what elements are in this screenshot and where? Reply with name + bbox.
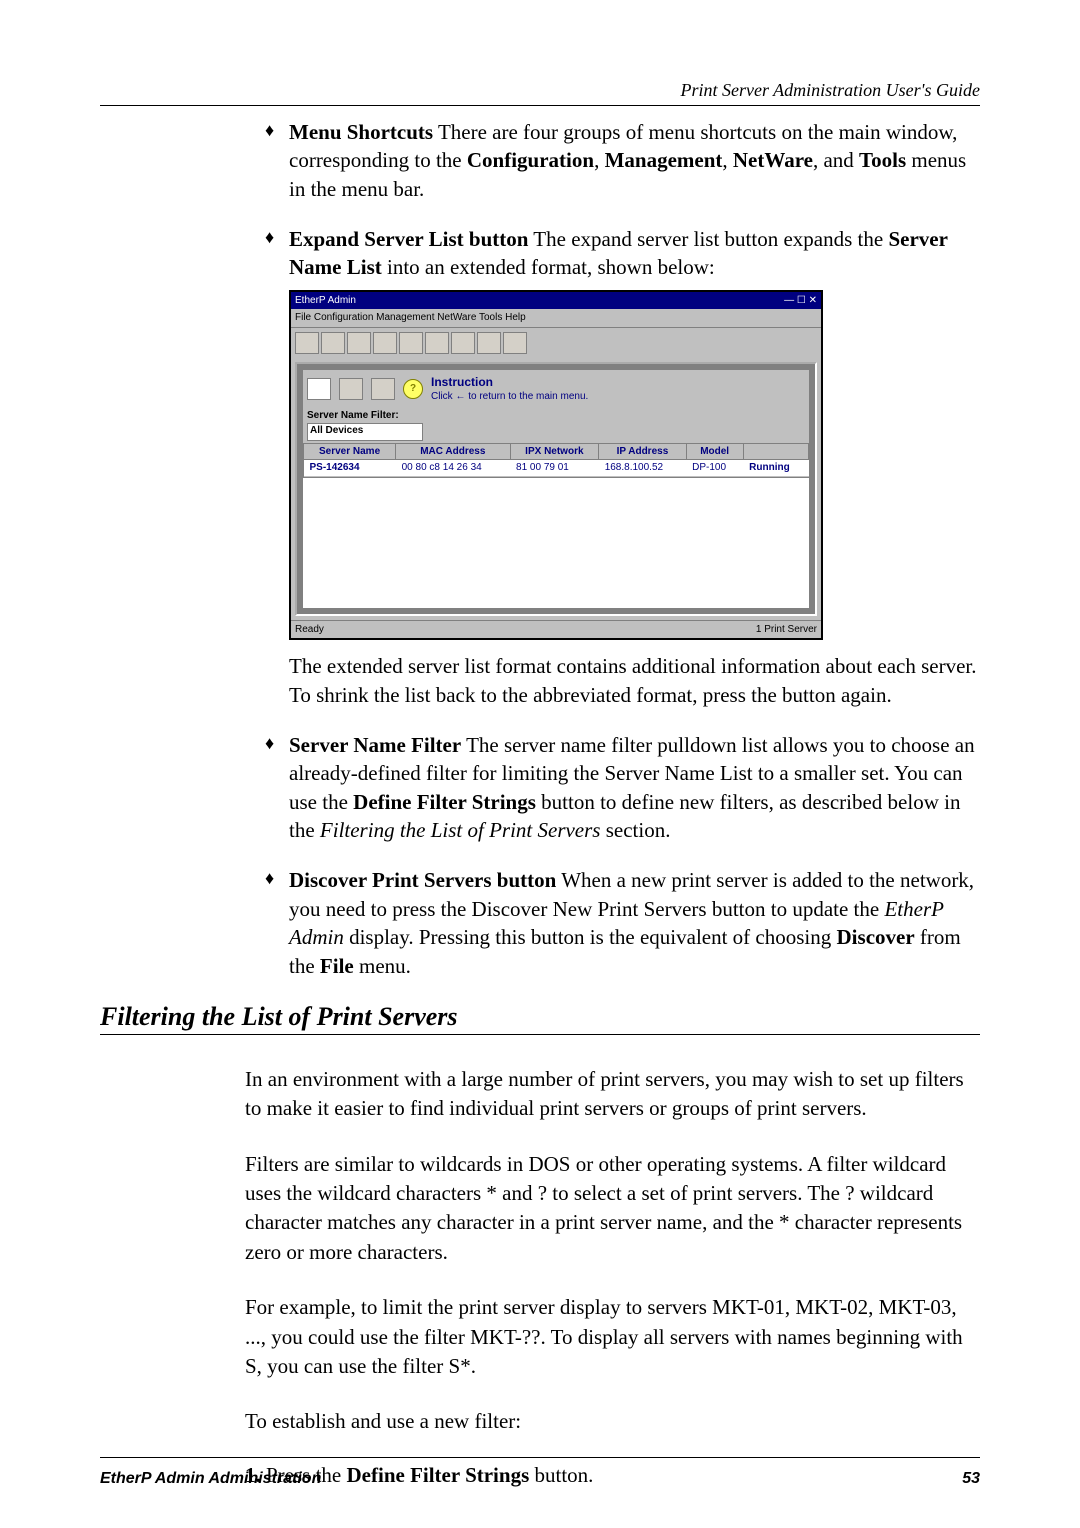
server-table: Server Name MAC Address IPX Network IP A…: [303, 443, 809, 477]
bullet-server-name-filter: Server Name Filter The server name filte…: [265, 731, 980, 844]
term: Server Name Filter: [289, 733, 461, 757]
statusbar: Ready 1 Print Server: [291, 620, 821, 639]
cell: 00 80 c8 14 26 34: [396, 460, 510, 477]
table-body-empty: [303, 477, 809, 608]
col-status: [743, 443, 808, 460]
bullet-menu-shortcuts: Menu Shortcuts There are four groups of …: [265, 118, 980, 203]
ss-title-text: EtherP Admin: [295, 294, 356, 308]
instruction-title: Instruction: [431, 374, 588, 390]
cell: PS-142634: [304, 460, 396, 477]
section-rule: [100, 1034, 980, 1035]
term: Discover Print Servers button: [289, 868, 556, 892]
cell: DP-100: [686, 460, 743, 477]
disc: Discover: [837, 925, 915, 949]
header-title: Print Server Administration User's Guide: [100, 80, 980, 101]
txt: display. Pressing this button is the equ…: [344, 925, 837, 949]
tool-icon: [339, 378, 363, 400]
col-mac: MAC Address: [396, 443, 510, 460]
bullet-expand-after: The extended server list format contains…: [289, 654, 977, 706]
body-p2: Filters are similar to wildcards in DOS …: [245, 1150, 980, 1268]
tool-icon: [503, 332, 527, 354]
bullet-block: Menu Shortcuts There are four groups of …: [100, 118, 980, 980]
ss-toolbar: [291, 328, 821, 358]
tool-icon: [371, 378, 395, 400]
tool-icon: [347, 332, 371, 354]
term: Menu Shortcuts: [289, 120, 433, 144]
term: Expand Server List button: [289, 227, 528, 251]
col-ip: IP Address: [599, 443, 686, 460]
c: ,: [722, 148, 733, 172]
bullet-discover-servers: Discover Print Servers button When a new…: [265, 866, 980, 979]
filter-dropdown: All Devices: [307, 423, 423, 441]
footer-page-number: 53: [962, 1470, 980, 1488]
c: ,: [594, 148, 605, 172]
tools: Tools: [859, 148, 906, 172]
tool-icon: [321, 332, 345, 354]
help-icon: ?: [403, 379, 423, 399]
c: , and: [813, 148, 859, 172]
ss-titlebar: EtherP Admin — ☐ ✕: [291, 292, 821, 310]
tool-icon: [399, 332, 423, 354]
col-ipx: IPX Network: [510, 443, 599, 460]
dfs: Define Filter Strings: [353, 790, 536, 814]
mgmt: Management: [605, 148, 723, 172]
window-controls: — ☐ ✕: [784, 294, 817, 308]
cell: 81 00 79 01: [510, 460, 599, 477]
filter-row: Server Name Filter: All Devices: [303, 407, 809, 443]
nw: NetWare: [733, 148, 813, 172]
it: Filtering the List of Print Servers: [320, 818, 601, 842]
cell: 168.8.100.52: [599, 460, 686, 477]
body-p1: In an environment with a large number of…: [245, 1065, 980, 1124]
body-p4: To establish and use a new filter:: [245, 1407, 980, 1436]
section-title: Filtering the List of Print Servers: [100, 1002, 980, 1032]
status-right: 1 Print Server: [756, 623, 817, 637]
tool-icon: [295, 332, 319, 354]
status-left: Ready: [295, 623, 324, 637]
txt: The expand server list button expands th…: [528, 227, 888, 251]
table-row: PS-142634 00 80 c8 14 26 34 81 00 79 01 …: [304, 460, 809, 477]
cell: Running: [743, 460, 808, 477]
screenshot-etherp-admin: EtherP Admin — ☐ ✕ File Configuration Ma…: [289, 290, 980, 641]
tool-icon: [477, 332, 501, 354]
col-model: Model: [686, 443, 743, 460]
cfg: Configuration: [467, 148, 594, 172]
instruction-sub: Click ← to return to the main menu.: [431, 390, 588, 404]
ss-menubar: File Configuration Management NetWare To…: [291, 309, 821, 328]
footer-rule: [100, 1457, 980, 1458]
tool-icon: [373, 332, 397, 354]
header-rule: [100, 105, 980, 106]
file: File: [320, 954, 354, 978]
back-icon: [307, 378, 331, 400]
footer-left: EtherP Admin Administration: [100, 1470, 321, 1488]
c: into an extended format, shown below:: [382, 255, 715, 279]
tool-icon: [425, 332, 449, 354]
txt: section.: [600, 818, 670, 842]
col-server-name: Server Name: [304, 443, 396, 460]
bullet-expand-server-list: Expand Server List button The expand ser…: [265, 225, 980, 709]
tool-icon: [451, 332, 475, 354]
txt: menu.: [354, 954, 411, 978]
body-block: In an environment with a large number of…: [100, 1065, 980, 1488]
footer: EtherP Admin Administration 53: [100, 1453, 980, 1488]
filter-label: Server Name Filter:: [307, 410, 399, 421]
body-p3: For example, to limit the print server d…: [245, 1293, 980, 1381]
ss-panel: ? Instruction Click ← to return to the m…: [295, 362, 817, 616]
